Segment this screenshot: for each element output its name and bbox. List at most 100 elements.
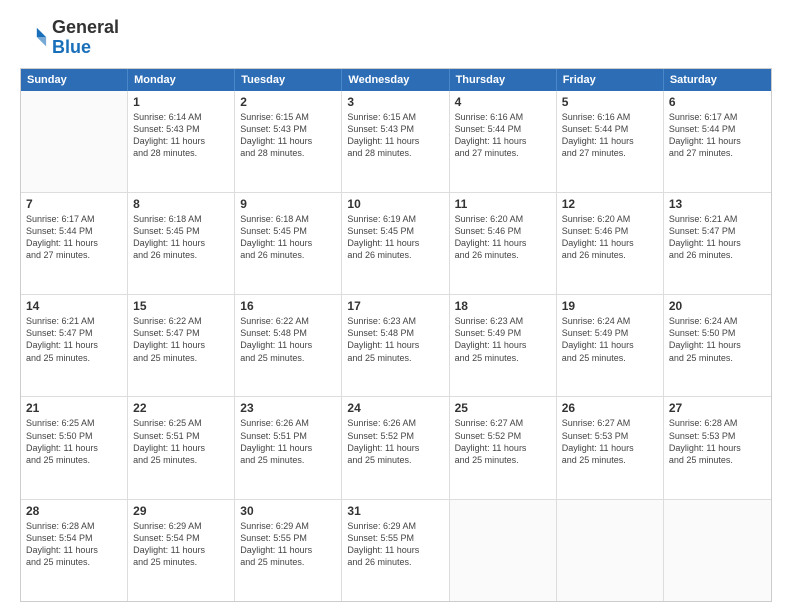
sunset-text: Sunset: 5:46 PM: [455, 225, 551, 237]
weekday-header: Sunday: [21, 69, 128, 91]
sunset-text: Sunset: 5:49 PM: [455, 327, 551, 339]
sunset-text: Sunset: 5:44 PM: [669, 123, 766, 135]
day-number: 2: [240, 95, 336, 109]
calendar-cell: 22Sunrise: 6:25 AMSunset: 5:51 PMDayligh…: [128, 397, 235, 498]
daylight-line2: and 25 minutes.: [133, 352, 229, 364]
header: General Blue: [20, 18, 772, 58]
day-number: 26: [562, 401, 658, 415]
calendar-row: 14Sunrise: 6:21 AMSunset: 5:47 PMDayligh…: [21, 294, 771, 396]
sunrise-text: Sunrise: 6:29 AM: [133, 520, 229, 532]
daylight-line1: Daylight: 11 hours: [240, 442, 336, 454]
daylight-line2: and 28 minutes.: [133, 147, 229, 159]
daylight-line2: and 25 minutes.: [133, 454, 229, 466]
day-number: 6: [669, 95, 766, 109]
daylight-line2: and 25 minutes.: [240, 454, 336, 466]
day-number: 24: [347, 401, 443, 415]
sunset-text: Sunset: 5:53 PM: [669, 430, 766, 442]
sunrise-text: Sunrise: 6:29 AM: [240, 520, 336, 532]
sunrise-text: Sunrise: 6:22 AM: [133, 315, 229, 327]
day-number: 18: [455, 299, 551, 313]
sunrise-text: Sunrise: 6:22 AM: [240, 315, 336, 327]
day-number: 22: [133, 401, 229, 415]
calendar-cell: 21Sunrise: 6:25 AMSunset: 5:50 PMDayligh…: [21, 397, 128, 498]
calendar-cell: 19Sunrise: 6:24 AMSunset: 5:49 PMDayligh…: [557, 295, 664, 396]
sunset-text: Sunset: 5:44 PM: [562, 123, 658, 135]
calendar-cell: 14Sunrise: 6:21 AMSunset: 5:47 PMDayligh…: [21, 295, 128, 396]
calendar-cell: [450, 500, 557, 601]
daylight-line2: and 25 minutes.: [26, 454, 122, 466]
logo-general: General: [52, 17, 119, 37]
sunrise-text: Sunrise: 6:26 AM: [240, 417, 336, 429]
sunset-text: Sunset: 5:55 PM: [347, 532, 443, 544]
sunset-text: Sunset: 5:44 PM: [455, 123, 551, 135]
calendar-cell: [664, 500, 771, 601]
calendar-body: 1Sunrise: 6:14 AMSunset: 5:43 PMDaylight…: [21, 91, 771, 601]
sunset-text: Sunset: 5:51 PM: [240, 430, 336, 442]
daylight-line1: Daylight: 11 hours: [669, 442, 766, 454]
daylight-line2: and 25 minutes.: [669, 352, 766, 364]
sunrise-text: Sunrise: 6:21 AM: [26, 315, 122, 327]
sunset-text: Sunset: 5:47 PM: [133, 327, 229, 339]
daylight-line1: Daylight: 11 hours: [455, 135, 551, 147]
sunrise-text: Sunrise: 6:23 AM: [347, 315, 443, 327]
daylight-line2: and 25 minutes.: [562, 454, 658, 466]
day-number: 12: [562, 197, 658, 211]
day-number: 19: [562, 299, 658, 313]
sunset-text: Sunset: 5:54 PM: [133, 532, 229, 544]
logo-text: General Blue: [52, 18, 119, 58]
sunrise-text: Sunrise: 6:18 AM: [240, 213, 336, 225]
calendar-cell: 9Sunrise: 6:18 AMSunset: 5:45 PMDaylight…: [235, 193, 342, 294]
daylight-line1: Daylight: 11 hours: [347, 544, 443, 556]
calendar-cell: 1Sunrise: 6:14 AMSunset: 5:43 PMDaylight…: [128, 91, 235, 192]
daylight-line1: Daylight: 11 hours: [26, 237, 122, 249]
daylight-line2: and 27 minutes.: [455, 147, 551, 159]
sunrise-text: Sunrise: 6:28 AM: [669, 417, 766, 429]
sunset-text: Sunset: 5:43 PM: [240, 123, 336, 135]
sunset-text: Sunset: 5:43 PM: [133, 123, 229, 135]
daylight-line2: and 25 minutes.: [562, 352, 658, 364]
daylight-line1: Daylight: 11 hours: [455, 442, 551, 454]
sunset-text: Sunset: 5:48 PM: [347, 327, 443, 339]
sunset-text: Sunset: 5:52 PM: [455, 430, 551, 442]
calendar-cell: 8Sunrise: 6:18 AMSunset: 5:45 PMDaylight…: [128, 193, 235, 294]
calendar-cell: 25Sunrise: 6:27 AMSunset: 5:52 PMDayligh…: [450, 397, 557, 498]
day-number: 30: [240, 504, 336, 518]
day-number: 3: [347, 95, 443, 109]
calendar-cell: [557, 500, 664, 601]
calendar: SundayMondayTuesdayWednesdayThursdayFrid…: [20, 68, 772, 602]
day-number: 17: [347, 299, 443, 313]
sunset-text: Sunset: 5:52 PM: [347, 430, 443, 442]
daylight-line2: and 26 minutes.: [455, 249, 551, 261]
sunrise-text: Sunrise: 6:27 AM: [455, 417, 551, 429]
daylight-line1: Daylight: 11 hours: [669, 339, 766, 351]
daylight-line2: and 25 minutes.: [240, 556, 336, 568]
daylight-line1: Daylight: 11 hours: [26, 442, 122, 454]
weekday-header: Friday: [557, 69, 664, 91]
daylight-line2: and 25 minutes.: [26, 352, 122, 364]
sunset-text: Sunset: 5:55 PM: [240, 532, 336, 544]
daylight-line1: Daylight: 11 hours: [133, 135, 229, 147]
calendar-cell: 4Sunrise: 6:16 AMSunset: 5:44 PMDaylight…: [450, 91, 557, 192]
day-number: 5: [562, 95, 658, 109]
day-number: 27: [669, 401, 766, 415]
sunset-text: Sunset: 5:50 PM: [26, 430, 122, 442]
sunset-text: Sunset: 5:46 PM: [562, 225, 658, 237]
daylight-line1: Daylight: 11 hours: [347, 442, 443, 454]
day-number: 8: [133, 197, 229, 211]
sunrise-text: Sunrise: 6:25 AM: [26, 417, 122, 429]
sunrise-text: Sunrise: 6:27 AM: [562, 417, 658, 429]
sunrise-text: Sunrise: 6:20 AM: [455, 213, 551, 225]
daylight-line2: and 25 minutes.: [455, 454, 551, 466]
sunset-text: Sunset: 5:50 PM: [669, 327, 766, 339]
sunrise-text: Sunrise: 6:16 AM: [562, 111, 658, 123]
logo: General Blue: [20, 18, 119, 58]
day-number: 16: [240, 299, 336, 313]
day-number: 23: [240, 401, 336, 415]
calendar-row: 1Sunrise: 6:14 AMSunset: 5:43 PMDaylight…: [21, 91, 771, 192]
daylight-line2: and 26 minutes.: [669, 249, 766, 261]
sunrise-text: Sunrise: 6:18 AM: [133, 213, 229, 225]
day-number: 7: [26, 197, 122, 211]
daylight-line1: Daylight: 11 hours: [669, 237, 766, 249]
sunset-text: Sunset: 5:49 PM: [562, 327, 658, 339]
weekday-header: Wednesday: [342, 69, 449, 91]
